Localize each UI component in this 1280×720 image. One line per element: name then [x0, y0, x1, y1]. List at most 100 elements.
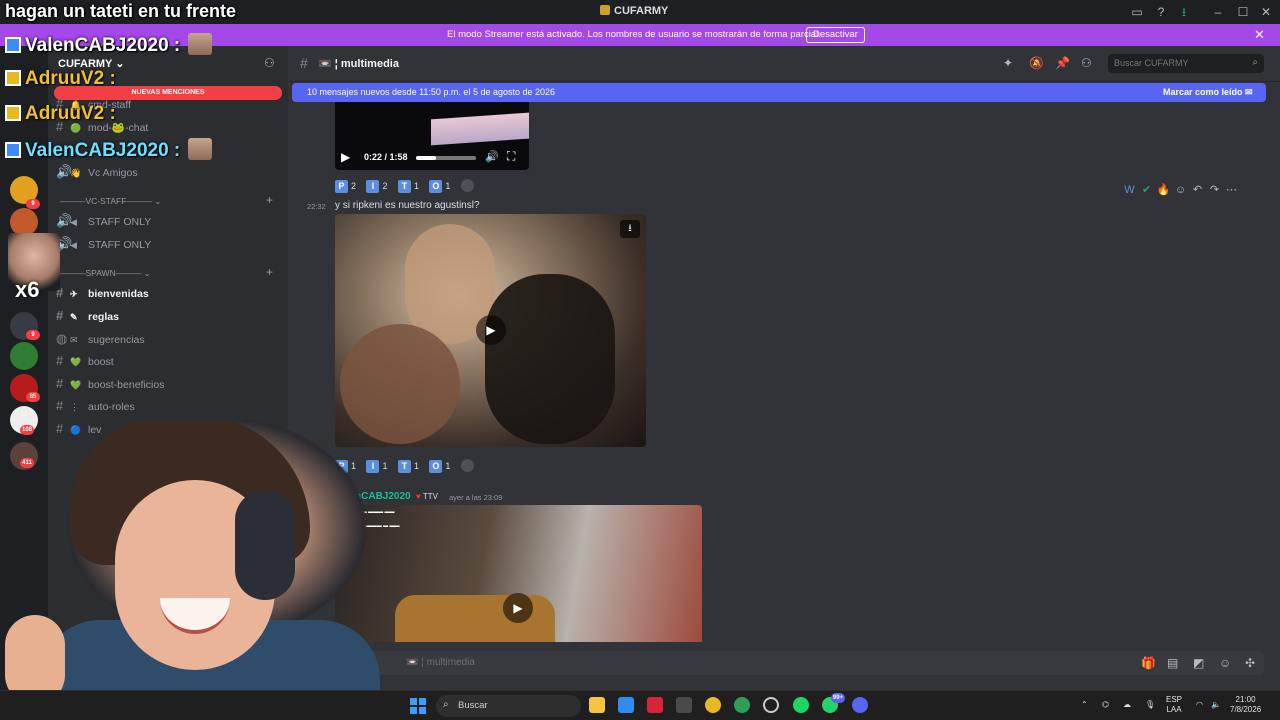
check-icon[interactable]: ✔: [1138, 183, 1155, 196]
cloud-icon[interactable]: ☁: [1123, 700, 1131, 710]
windows-start-icon[interactable]: [410, 698, 426, 714]
add-member-icon[interactable]: ⚇: [264, 56, 275, 70]
file-explorer-icon[interactable]: [589, 697, 605, 713]
network-icon[interactable]: ⌬: [1102, 700, 1109, 710]
download-icon[interactable]: ⭳: [620, 220, 640, 238]
badge-icon: [5, 37, 21, 53]
apps-icon[interactable]: ✣: [1245, 656, 1255, 670]
inbox-icon[interactable]: ▭: [1130, 5, 1144, 19]
language-indicator[interactable]: ESP LAA: [1166, 695, 1182, 715]
pin-icon[interactable]: 📌: [1055, 56, 1070, 70]
edge-icon[interactable]: [618, 697, 634, 713]
mic-icon[interactable]: 🎙: [1145, 700, 1155, 710]
channel-item[interactable]: # ⋮ auto-roles: [56, 398, 135, 416]
voice-channel-item[interactable]: 🔊◀ STAFF ONLY: [56, 236, 151, 254]
obs-icon[interactable]: [763, 697, 779, 713]
reaction[interactable]: O1: [429, 460, 450, 476]
mark-as-read-label: Marcar como leído: [1163, 87, 1243, 97]
chrome-icon[interactable]: [734, 697, 750, 713]
minimize-icon[interactable]: –: [1211, 5, 1225, 19]
channel-item[interactable]: # 💚 boost-beneficios: [56, 376, 164, 394]
add-reaction-icon[interactable]: ☺: [1172, 184, 1189, 196]
app-icon[interactable]: [647, 697, 663, 713]
members-icon[interactable]: ⚇: [1081, 56, 1092, 70]
forward-icon[interactable]: ↷: [1206, 183, 1223, 196]
spotify-icon[interactable]: [793, 697, 809, 713]
channel-item[interactable]: # ✎ reglas: [56, 308, 119, 326]
forum-icon: ◍: [56, 331, 68, 346]
sticker-icon[interactable]: ◩: [1193, 656, 1204, 670]
video-progress[interactable]: [416, 156, 476, 160]
search-box[interactable]: ⌕: [1108, 54, 1264, 73]
add-reaction-icon[interactable]: [460, 179, 474, 192]
chat-overlay-line: AdruuV2 :: [5, 103, 116, 125]
category-header[interactable]: ———VC-STAFF——— ⌄: [60, 196, 161, 207]
video-player[interactable]: ▶ 0:22 / 1:58 🔊 ⛶: [335, 102, 529, 170]
voice-channel-item[interactable]: 🔊👋 Vc Amigos: [56, 164, 138, 182]
maximize-icon[interactable]: ☐: [1236, 5, 1250, 19]
channel-item[interactable]: # ✈ bienvenidas: [56, 285, 149, 303]
search-input[interactable]: [1114, 58, 1244, 68]
reply-icon[interactable]: ↶: [1189, 183, 1206, 196]
fire-icon[interactable]: 🔥: [1155, 183, 1172, 196]
new-messages-text: 10 mensajes nuevos desde 11:50 p.m. el 5…: [307, 87, 556, 97]
hash-icon: #: [56, 353, 64, 368]
volume-icon[interactable]: 🔊: [485, 150, 499, 163]
channel-item[interactable]: # 💚 boost: [56, 353, 114, 371]
deactivate-button[interactable]: Desactivar: [806, 27, 865, 43]
reaction[interactable]: I2: [366, 180, 387, 196]
mark-as-read-button[interactable]: Marcar como leído ✉: [1163, 87, 1253, 98]
more-icon[interactable]: ⋯: [1223, 183, 1240, 196]
server-icon[interactable]: [10, 342, 38, 370]
reaction[interactable]: T1: [397, 180, 419, 196]
channel-emoji-icon: 💚: [70, 357, 82, 367]
help-icon[interactable]: ?: [1154, 5, 1168, 19]
reaction-w-icon[interactable]: W: [1121, 184, 1138, 196]
download-icon[interactable]: ⭳: [1177, 5, 1191, 19]
reaction-emoji: O: [429, 460, 443, 473]
new-messages-bar[interactable]: 10 mensajes nuevos desde 11:50 p.m. el 5…: [292, 83, 1266, 102]
server-icon[interactable]: [10, 208, 38, 236]
play-icon[interactable]: ▶: [476, 315, 506, 345]
close-icon[interactable]: ✕: [1254, 27, 1265, 43]
reaction[interactable]: P2: [335, 180, 356, 196]
speaker-icon: 🔊: [56, 213, 73, 228]
close-icon[interactable]: ✕: [1259, 5, 1273, 19]
play-icon[interactable]: ▶: [503, 593, 533, 623]
message-input[interactable]: 📼 ¦ multimedia 🎁 ▤ ◩ ☺ ✣: [368, 651, 1264, 675]
voice-channel-item[interactable]: 🔊◀ STAFF ONLY: [56, 213, 151, 231]
window-title: CUFARMY: [600, 5, 668, 17]
emoji-icon[interactable]: ☺: [1219, 656, 1231, 670]
reaction-count: 1: [445, 461, 451, 471]
wifi-icon[interactable]: ◠: [1196, 700, 1203, 710]
store-icon[interactable]: [676, 697, 692, 713]
discord-icon[interactable]: [852, 697, 868, 713]
fullscreen-icon[interactable]: ⛶: [507, 149, 515, 164]
play-icon[interactable]: ▶: [341, 150, 350, 164]
reaction[interactable]: T1: [397, 460, 419, 476]
notification-badge: 99+: [831, 693, 845, 703]
gift-icon[interactable]: 🎁: [1141, 656, 1156, 670]
taskbar-search[interactable]: ⌕ Buscar: [436, 695, 581, 717]
category-header[interactable]: ———SPAWN——— ⌄: [60, 268, 151, 279]
add-reaction-icon[interactable]: [460, 459, 474, 472]
mute-bell-icon[interactable]: 🔕: [1029, 56, 1044, 70]
add-channel-icon[interactable]: +: [266, 265, 273, 279]
volume-icon[interactable]: 🔈: [1211, 700, 1221, 710]
clock-date: 7/8/2026: [1230, 705, 1262, 714]
reaction-emoji: T: [397, 460, 411, 473]
mention-badge: 9: [26, 330, 40, 340]
channel-emoji-icon: ⋮: [70, 402, 79, 412]
reaction[interactable]: O1: [429, 180, 450, 196]
reaction-bar: P2 I2 T1 O1: [335, 176, 474, 193]
video-attachment[interactable]: ⭳ ▶: [335, 214, 646, 447]
threads-icon[interactable]: ✦: [1003, 56, 1013, 70]
banner-text: El modo Streamer está activado. Los nomb…: [447, 29, 821, 40]
tray-chevron-icon[interactable]: ⌃: [1081, 700, 1088, 710]
gif-icon[interactable]: ▤: [1167, 656, 1178, 670]
clock[interactable]: 21:00 7/8/2026: [1230, 695, 1261, 715]
add-channel-icon[interactable]: +: [266, 193, 273, 207]
chrome-icon[interactable]: [705, 697, 721, 713]
overlay-text: ValenCABJ2020 :: [25, 35, 181, 56]
channel-item[interactable]: ◍ ✉ sugerencias: [56, 331, 145, 349]
